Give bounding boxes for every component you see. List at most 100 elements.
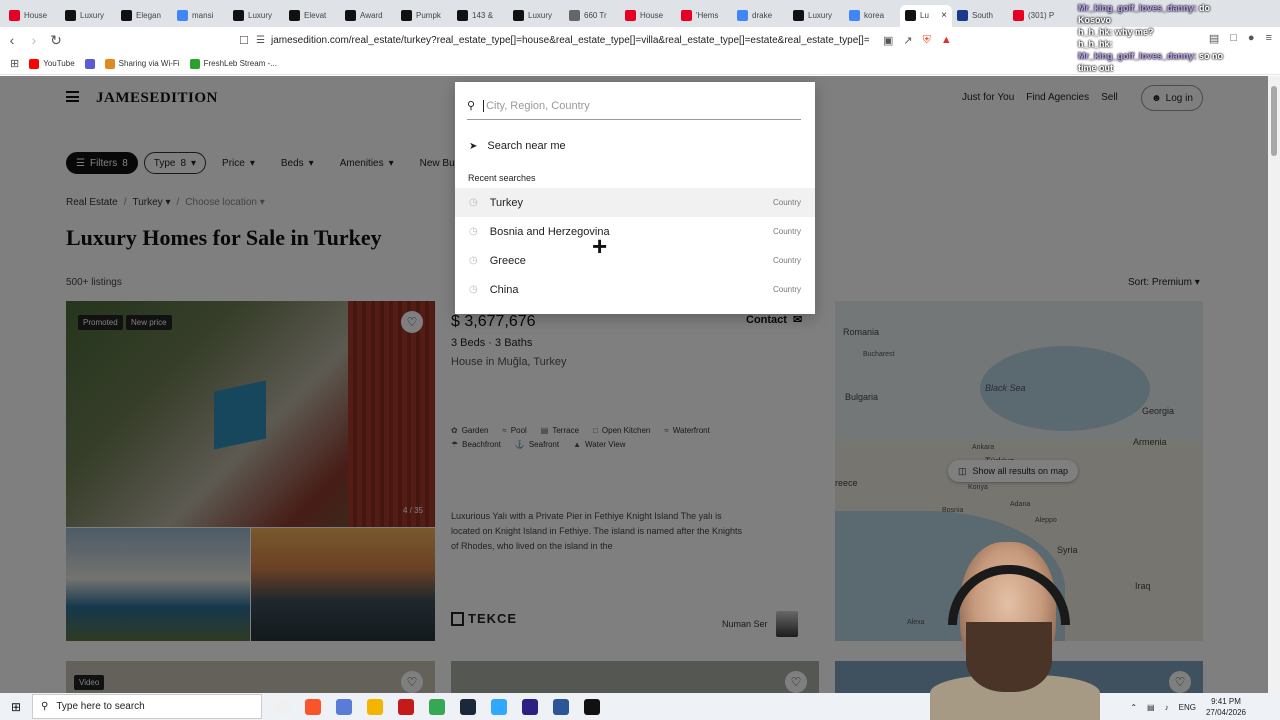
taskbar-app-icon[interactable] (367, 698, 383, 715)
tab-favicon-icon (289, 10, 300, 21)
browser-tab[interactable]: Lu × (900, 4, 952, 27)
browser-tab[interactable]: (301) P (1008, 5, 1064, 27)
browser-tab[interactable]: South (952, 5, 1008, 27)
recent-search-item[interactable]: ◷ Greece Country (455, 246, 815, 275)
reload-icon[interactable]: ↻ (46, 30, 66, 50)
windows-start-icon[interactable]: ⊞ (0, 693, 32, 720)
recent-search-item[interactable]: ◷ Turkey Country (455, 188, 815, 217)
clock-time: 9:41 PM (1211, 697, 1241, 706)
back-icon[interactable]: ‹ (2, 30, 22, 50)
search-near-me[interactable]: ➤ Search near me (469, 140, 566, 152)
browser-tab[interactable]: House (620, 5, 676, 27)
site-info-icon[interactable]: ☰ (256, 35, 265, 46)
browser-tab[interactable]: Pumpk (396, 5, 452, 27)
recent-search-item[interactable]: ◷ China Country (455, 275, 815, 304)
taskbar-app-icon[interactable] (584, 698, 600, 715)
url-field[interactable]: ☰ jamesedition.com/real_estate/turkey?re… (256, 30, 976, 50)
taskbar-app-icon[interactable] (491, 698, 507, 715)
tab-title: 660 Tr (584, 11, 607, 20)
location-arrow-icon: ➤ (469, 140, 478, 152)
tab-favicon-icon (9, 10, 20, 21)
tab-favicon-icon (401, 10, 412, 21)
url-text[interactable]: jamesedition.com/real_estate/turkey?real… (271, 35, 869, 46)
recent-searches-list: ◷ Turkey Country ◷ Bosnia and Herzegovina Co… (455, 188, 815, 304)
taskbar-app-icon[interactable] (522, 698, 538, 715)
chat-line: h_h_hk: (1078, 38, 1278, 50)
share-icon[interactable]: ↗ (903, 34, 912, 47)
browser-tab[interactable]: Elevat (284, 5, 340, 27)
apps-icon[interactable]: ⊞ (10, 57, 19, 70)
taskbar-app-icon[interactable] (553, 698, 569, 715)
bookmark-unnamed[interactable] (84, 58, 95, 69)
tab-favicon-icon (345, 10, 356, 21)
scrollbar-thumb[interactable] (1271, 86, 1277, 156)
brave-rewards-icon[interactable]: ▲ (941, 34, 952, 46)
network-icon[interactable]: ▤ (1147, 703, 1155, 712)
tab-title: korea (864, 11, 885, 20)
tab-favicon-icon (233, 10, 244, 21)
browser-tab[interactable]: 'Hems (676, 5, 732, 27)
tab-favicon-icon (513, 10, 524, 21)
browser-tab[interactable]: Luxury (788, 5, 844, 27)
chat-text: Kosovo (1078, 15, 1112, 25)
browser-tab[interactable]: Luxury (228, 5, 284, 27)
webcam-overlay (930, 530, 1100, 720)
recent-search-type: Country (772, 256, 801, 265)
bookmark-label: YouTube (43, 59, 75, 68)
tab-favicon-icon (177, 10, 188, 21)
location-search-panel: ⚲ ➤ Search near me Recent searches ◷ Turke… (455, 82, 815, 314)
browser-tab[interactable]: korea (844, 5, 900, 27)
near-me-label: Search near me (487, 140, 566, 152)
browser-tab[interactable]: Luxury (508, 5, 564, 27)
bookmark-youtube[interactable]: YouTube (29, 58, 75, 69)
chat-text: do (1199, 3, 1211, 13)
tab-favicon-icon (737, 10, 748, 21)
volume-icon[interactable]: ♪ (1165, 703, 1169, 712)
stream-chat-overlay: Mr_king_golf_loves_danny: do Kosovo h_h_… (1078, 2, 1278, 74)
recent-search-item[interactable]: ◷ Bosnia and Herzegovina Country (455, 217, 815, 246)
bookmark-icon[interactable]: ☐ (234, 30, 254, 50)
tab-title: South (972, 11, 993, 20)
browser-tab[interactable]: 143 & (452, 5, 508, 27)
install-icon[interactable]: ▣ (883, 34, 893, 47)
taskbar-app-icon[interactable] (429, 698, 445, 715)
bookmark-app-icon (84, 58, 95, 69)
taskbar-app-icon[interactable] (274, 698, 290, 715)
taskbar-clock[interactable]: 9:41 PM 27/04/2026 (1206, 696, 1246, 718)
bookmark-sharing-wifi[interactable]: Sharing via Wi-Fi (104, 58, 180, 69)
forward-icon[interactable]: › (24, 30, 44, 50)
browser-tab[interactable]: 660 Tr (564, 5, 620, 27)
clock-icon: ◷ (469, 284, 478, 295)
browser-tab[interactable]: drake (732, 5, 788, 27)
language-indicator[interactable]: ENG (1179, 703, 1196, 712)
page-scrollbar[interactable] (1268, 76, 1280, 693)
tab-title: Luxury (528, 11, 553, 20)
chat-user: Mr_king_golf_loves_danny: (1078, 3, 1197, 13)
crosshair-cursor-icon: + (592, 231, 608, 261)
browser-tab[interactable]: Award (340, 5, 396, 27)
search-icon: ⚲ (41, 701, 49, 712)
tab-title: Luxury (248, 11, 273, 20)
browser-tab[interactable]: Elegan (116, 5, 172, 27)
browser-tab[interactable]: Luxury (60, 5, 116, 27)
taskbar-app-icon[interactable] (336, 698, 352, 715)
taskbar-app-icon[interactable] (460, 698, 476, 715)
browser-tab[interactable]: mansi (172, 5, 228, 27)
tab-favicon-icon (65, 10, 76, 21)
close-tab-icon[interactable]: × (941, 10, 947, 21)
tab-title: drake (752, 11, 773, 20)
brave-shield-icon[interactable]: ⛨ (923, 34, 931, 47)
chat-line: Mr_king_golf_loves_danny: so no (1078, 50, 1278, 62)
taskbar-app-icon[interactable] (305, 698, 321, 715)
chat-line: h_h_hk: why me? (1078, 26, 1278, 38)
taskbar-app-icon[interactable] (398, 698, 414, 715)
chat-line: Mr_king_golf_loves_danny: do (1078, 2, 1278, 14)
chevron-up-icon[interactable]: ⌃ (1130, 703, 1137, 712)
folder-warning-icon (104, 58, 115, 69)
tab-title: Pumpk (416, 11, 441, 20)
bookmark-freshleb[interactable]: FreshLeb Stream -... (189, 58, 277, 69)
location-search-input[interactable] (483, 99, 784, 112)
browser-tab[interactable]: House (4, 5, 60, 27)
tab-favicon-icon (957, 10, 968, 21)
taskbar-search[interactable]: ⚲ Type here to search (32, 694, 262, 719)
